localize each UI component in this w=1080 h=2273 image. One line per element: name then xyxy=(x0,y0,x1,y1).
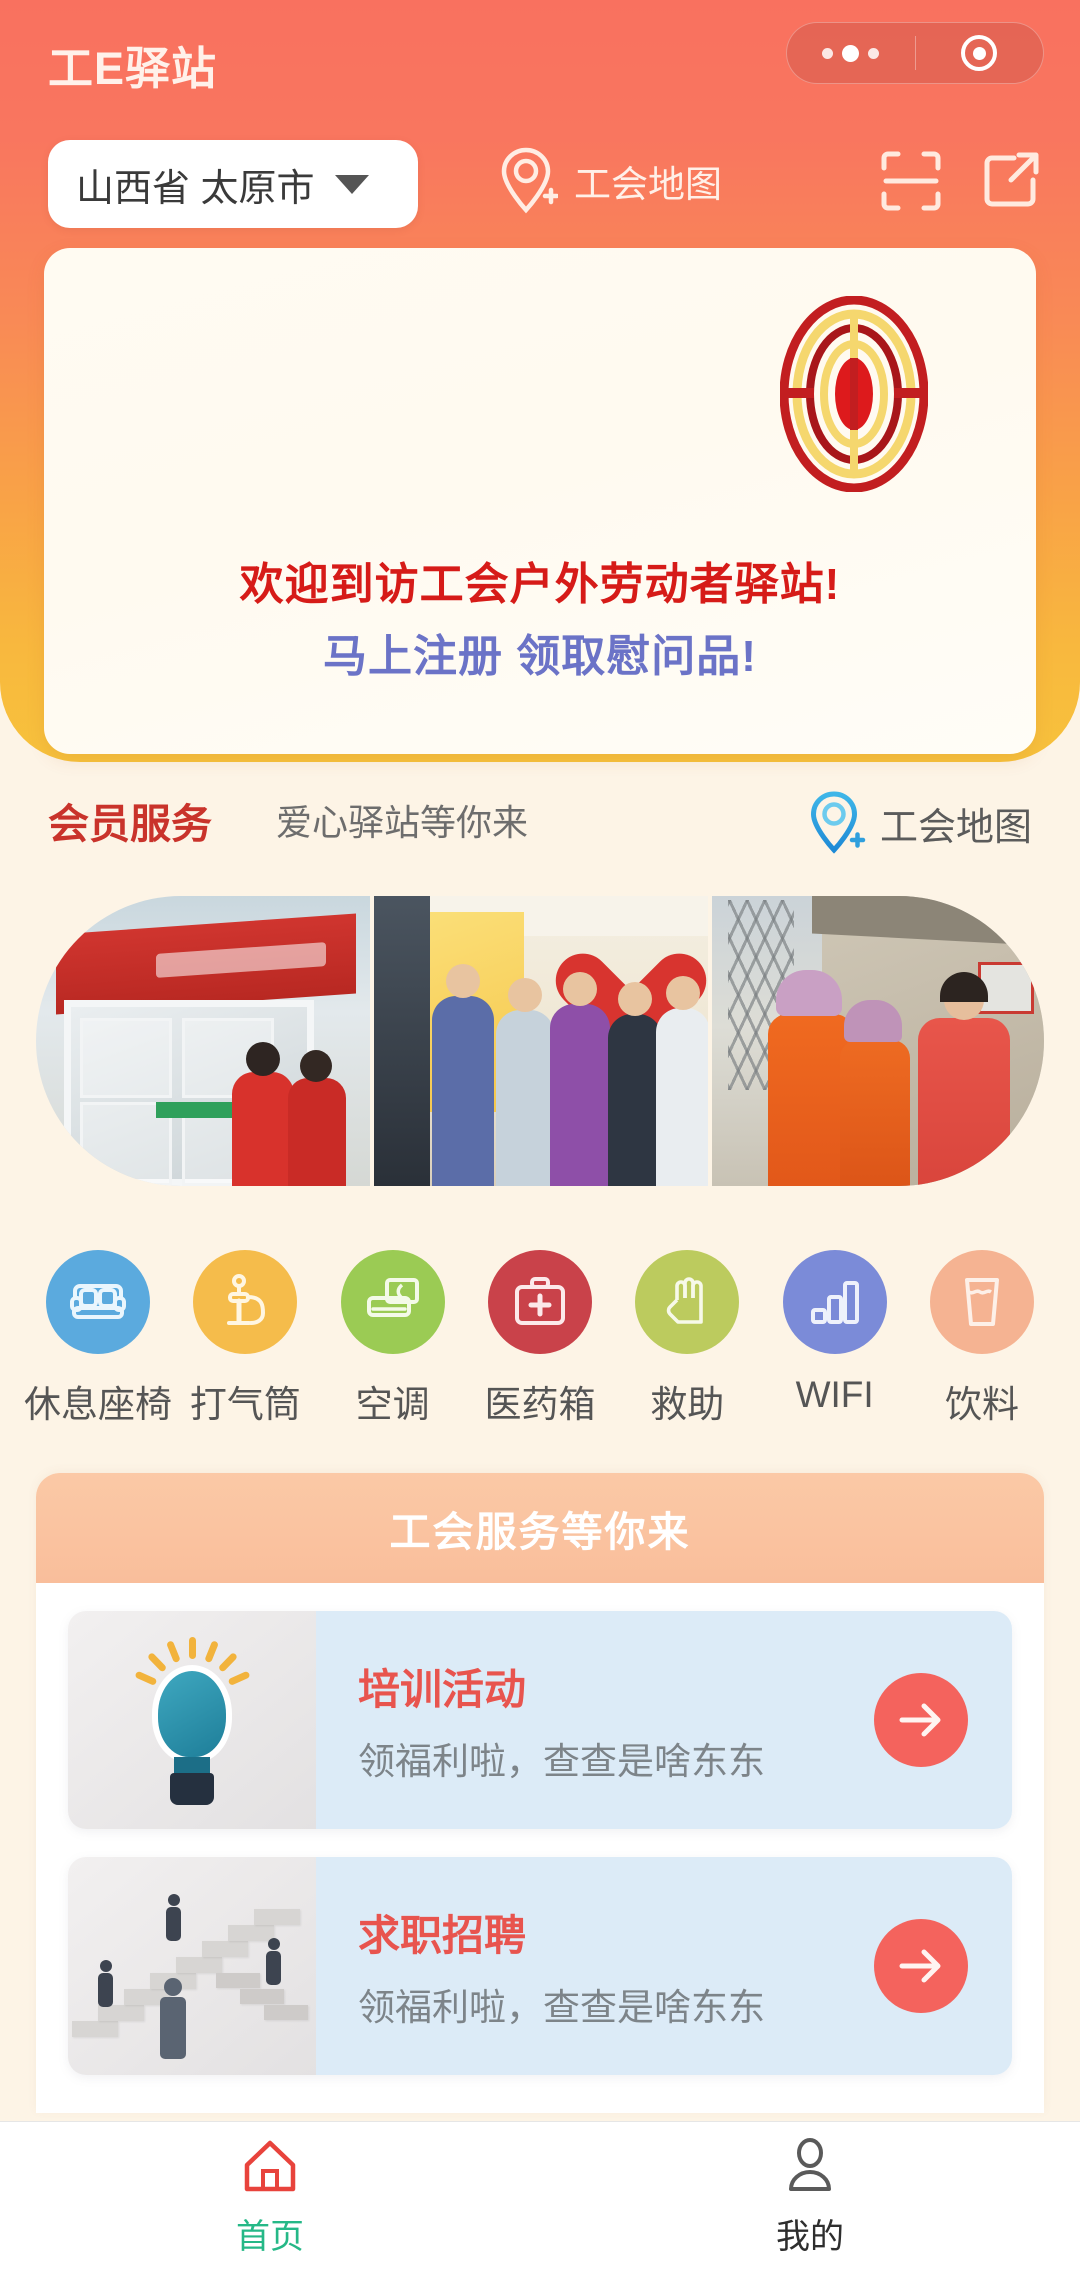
union-map-button[interactable]: 工会地图 xyxy=(500,146,722,216)
page-title: 工E驿站 xyxy=(48,43,218,94)
bottom-tab-bar: 首页 我的 xyxy=(0,2121,1080,2273)
dot xyxy=(822,47,834,59)
gallery-photo[interactable] xyxy=(36,896,370,1186)
lightbulb-illustration xyxy=(68,1611,316,1829)
mini-program-page: 工E驿站 山西省 太原市 工会地图 欢迎到访工会户外劳动者驿站! 马上注册 领取… xyxy=(0,0,1080,2273)
amenity-item-drink[interactable]: 饮料 xyxy=(914,1250,1050,1428)
location-selector[interactable]: 山西省 太原市 xyxy=(48,140,418,228)
tab-profile[interactable]: 我的 xyxy=(540,2122,1080,2273)
station-photo-gallery xyxy=(36,896,1044,1186)
first-aid-kit-icon xyxy=(487,1250,592,1354)
service-card-training[interactable]: 培训活动 领福利啦，查查是啥东东 xyxy=(68,1611,1012,1829)
member-services-header: 会员服务 爱心驿站等你来 工会地图 xyxy=(0,790,1080,860)
gallery-photo[interactable] xyxy=(712,896,1044,1186)
air-pump-icon xyxy=(193,1250,298,1354)
service-card-body: 培训活动 领福利啦，查查是啥东东 xyxy=(316,1611,1012,1829)
home-icon xyxy=(244,2140,296,2192)
amenity-label: 打气筒 xyxy=(189,1384,301,1425)
station-amenities-row: 休息座椅 打气筒 空调 医药箱 救助 WIFI 饮料 xyxy=(24,1250,1050,1428)
gallery-photo[interactable] xyxy=(374,896,708,1186)
service-card-body: 求职招聘 领福利啦，查查是啥东东 xyxy=(316,1857,1012,2075)
air-conditioner-icon xyxy=(340,1250,445,1354)
amenity-label: 救助 xyxy=(650,1384,725,1425)
amenity-item-wifi[interactable]: WIFI xyxy=(767,1250,903,1428)
amenity-label: 休息座椅 xyxy=(24,1384,172,1425)
amenity-label: 空调 xyxy=(355,1384,430,1425)
union-services-title: 工会服务等你来 xyxy=(389,1509,691,1555)
map-pin-add-icon xyxy=(810,791,866,854)
helping-hand-icon xyxy=(635,1250,740,1354)
app-header: 工E驿站 xyxy=(0,0,1080,128)
amenity-label: WIFI xyxy=(795,1374,874,1415)
more-dots-icon[interactable] xyxy=(787,44,915,62)
dot xyxy=(868,47,880,59)
welcome-line-2: 马上注册 领取慰问品! xyxy=(323,632,757,681)
chevron-down-icon xyxy=(334,174,369,194)
target-ring xyxy=(961,35,998,71)
tab-home[interactable]: 首页 xyxy=(0,2122,540,2273)
scan-qr-icon[interactable] xyxy=(878,148,944,214)
target-circle-icon[interactable] xyxy=(916,35,1044,71)
arrow-right-icon[interactable] xyxy=(874,1919,968,2013)
service-card-jobs[interactable]: 求职招聘 领福利啦，查查是啥东东 xyxy=(68,1857,1012,2075)
wifi-bars-icon xyxy=(782,1250,887,1354)
union-map-label: 工会地图 xyxy=(574,164,722,205)
union-services-panel: 工会服务等你来 培训活动 领福利啦，查查是啥东东 求职招聘 领福利啦，查查是啥东… xyxy=(36,1473,1044,2113)
acftu-union-emblem-icon xyxy=(780,296,928,492)
tab-home-label: 首页 xyxy=(236,2218,304,2256)
member-services-title: 会员服务 xyxy=(48,801,212,847)
wechat-capsule-bar[interactable] xyxy=(786,22,1044,84)
header-icon-group xyxy=(878,148,1044,214)
amenity-item-sofa[interactable]: 休息座椅 xyxy=(24,1250,172,1428)
share-icon[interactable] xyxy=(978,148,1044,214)
map-pin-add-icon xyxy=(501,147,558,214)
member-map-label: 工会地图 xyxy=(879,806,1032,849)
drink-cup-icon xyxy=(929,1250,1034,1354)
person-icon xyxy=(789,2138,831,2191)
welcome-line-1: 欢迎到访工会户外劳动者驿站! xyxy=(239,560,841,609)
amenity-item-first-aid[interactable]: 医药箱 xyxy=(472,1250,608,1428)
amenity-item-assistance[interactable]: 救助 xyxy=(619,1250,755,1428)
union-services-header: 工会服务等你来 xyxy=(36,1473,1044,1583)
sofa-icon xyxy=(46,1250,150,1354)
career-stairs-illustration xyxy=(68,1857,316,2075)
location-toolbar: 山西省 太原市 工会地图 xyxy=(0,140,1080,232)
location-label: 山西省 太原市 xyxy=(76,167,315,210)
amenity-label: 饮料 xyxy=(944,1384,1019,1425)
tab-profile-label: 我的 xyxy=(776,2218,844,2256)
member-services-subtitle: 爱心驿站等你来 xyxy=(276,802,529,843)
welcome-banner-card[interactable]: 欢迎到访工会户外劳动者驿站! 马上注册 领取慰问品! xyxy=(44,248,1036,754)
dot xyxy=(842,44,860,62)
amenity-label: 医药箱 xyxy=(484,1384,596,1425)
arrow-right-icon[interactable] xyxy=(874,1673,968,1767)
member-map-button[interactable]: 工会地图 xyxy=(810,790,1032,856)
amenity-item-air-conditioner[interactable]: 空调 xyxy=(325,1250,461,1428)
amenity-item-air-pump[interactable]: 打气筒 xyxy=(177,1250,313,1428)
